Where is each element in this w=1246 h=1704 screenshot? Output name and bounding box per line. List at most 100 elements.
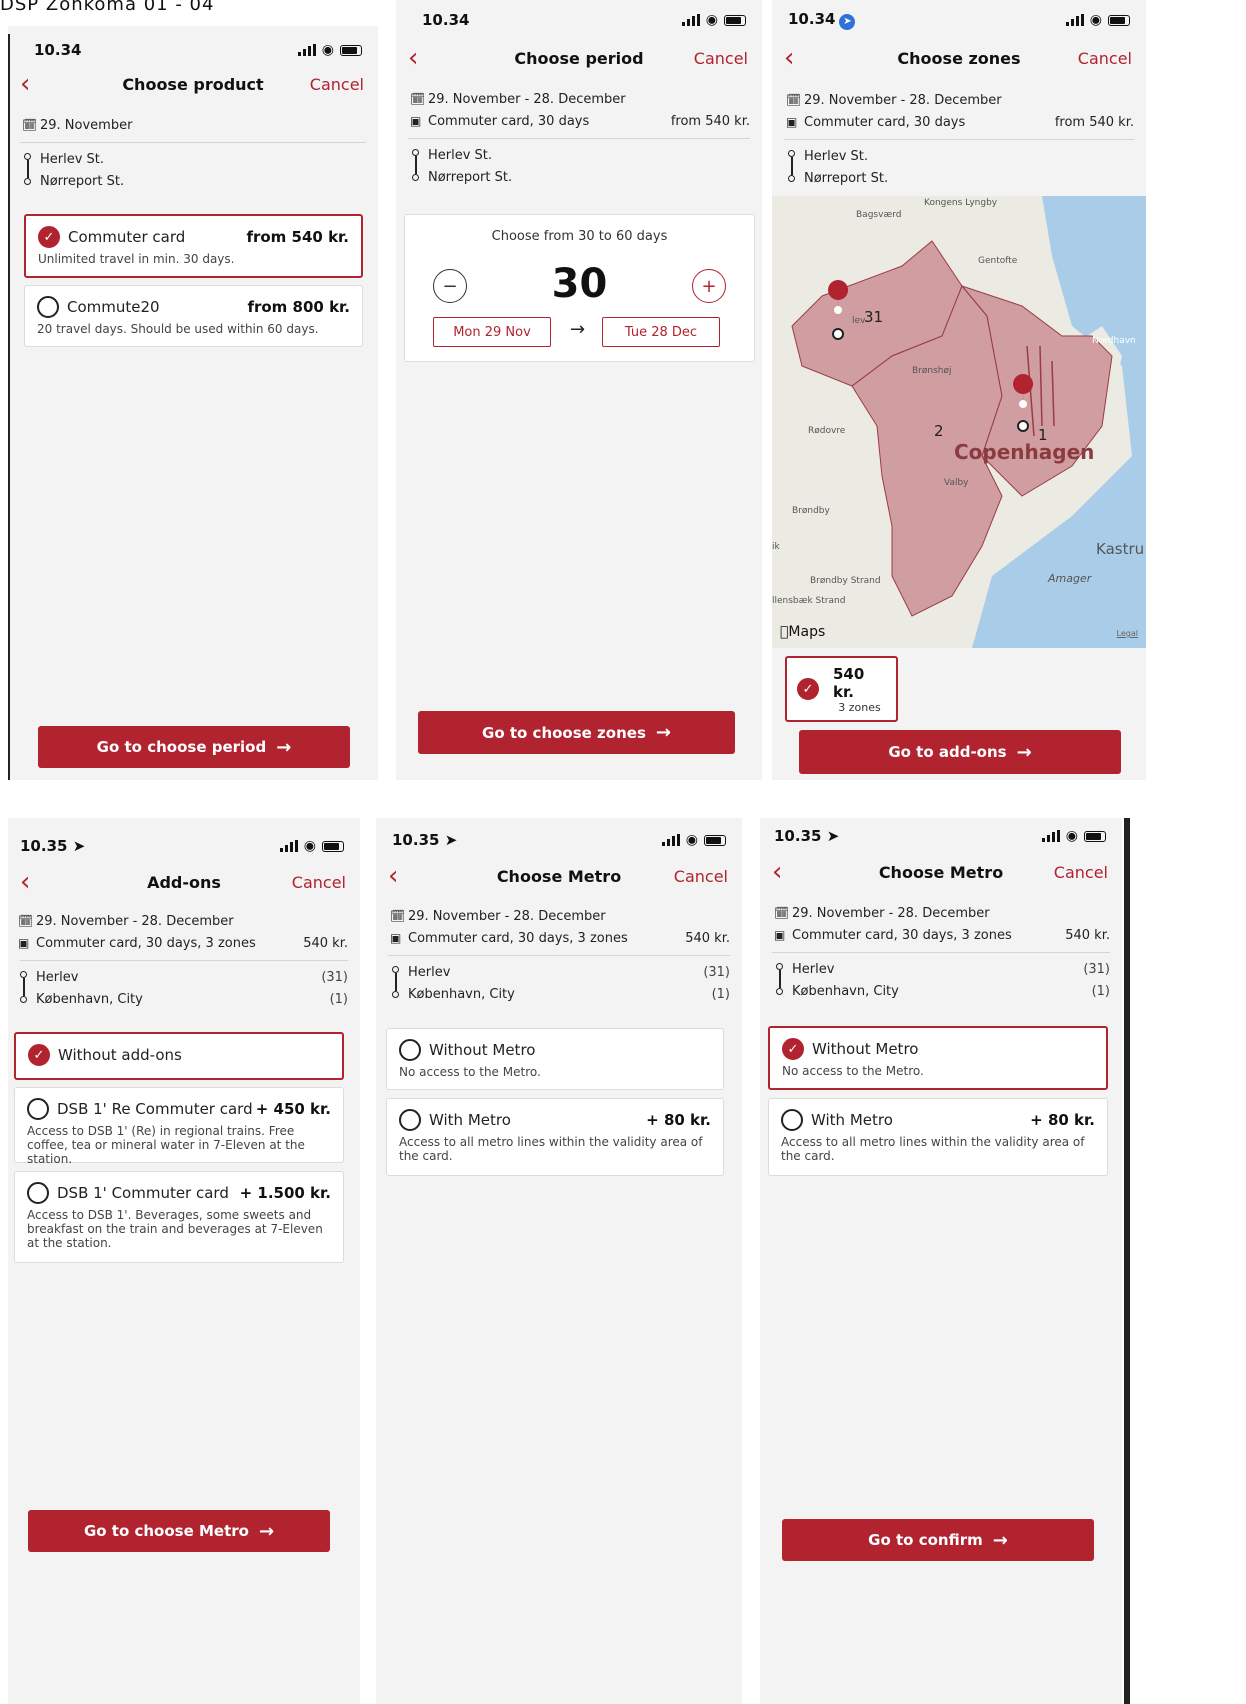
trip-summary: 🗓 29. November Herlev St. Nørreport St. (8, 114, 378, 193)
radio-icon (37, 296, 59, 318)
check-icon: ✓ (28, 1044, 50, 1066)
page-title: Choose Metro (496, 866, 622, 886)
destination-dot (1017, 420, 1029, 432)
option-without-add-ons[interactable]: ✓ Without add-ons (14, 1032, 344, 1080)
go-to-choose-metro-button[interactable]: Go to choose Metro → (28, 1510, 330, 1552)
route-from-zone: (31) (703, 965, 730, 980)
cancel-button[interactable]: Cancel (694, 49, 748, 68)
location-arrow-icon: ➤ (72, 837, 86, 855)
option-price: + 1.500 kr. (239, 1184, 331, 1202)
card-icon: ▣ (786, 115, 798, 129)
route-icon (774, 959, 792, 1003)
back-chevron-icon[interactable]: ‹ (20, 869, 30, 895)
calendar-icon: 🗓 (786, 93, 802, 107)
map-label-kastrup: Kastru (1096, 540, 1145, 558)
option-desc: Unlimited travel in min. 30 days. (38, 252, 235, 266)
divider (388, 955, 730, 956)
frame-edge (8, 34, 10, 780)
apple-maps-logo: Maps (780, 624, 825, 640)
option-commuter-card[interactable]: ✓ Commuter card from 540 kr. Unlimited t… (24, 214, 363, 278)
trip-date: 29. November (40, 117, 133, 133)
back-chevron-icon[interactable]: ‹ (388, 863, 398, 889)
route-icon (22, 149, 40, 193)
status-bar: 10.34 ➤ ◉ (772, 0, 1146, 42)
option-desc: Access to all metro lines within the val… (399, 1135, 703, 1163)
location-icon: ➤ (839, 13, 856, 30)
card-icon: ▣ (774, 928, 786, 942)
status-time: 10.35 (20, 837, 68, 855)
trip-date: 29. November - 28. December (36, 913, 234, 929)
route-to: Nørreport St. (40, 174, 125, 189)
card-icon: ▣ (18, 936, 30, 950)
end-date-button[interactable]: Tue 28 Dec (602, 317, 720, 347)
map-label-copenhagen: Copenhagen (954, 440, 1095, 464)
page-title: Choose period (514, 48, 644, 68)
page-title: Choose Metro (878, 862, 1004, 882)
zone-price-chip[interactable]: ✓ 540 kr. 3 zones (785, 656, 898, 722)
route-icon (786, 146, 804, 190)
option-dsb-re-commuter-card[interactable]: DSB 1' Re Commuter card + 450 kr. Access… (14, 1087, 344, 1166)
route-to-zone: (1) (711, 987, 730, 1002)
route-from: Herlev St. (804, 149, 869, 164)
trip-price: from 540 kr. (1054, 114, 1134, 130)
nav-bar: ‹ Choose Metro Cancel (376, 856, 742, 896)
zone-map[interactable]: Kongens Lyngby Bagsværd Gentofte lev 31 … (772, 196, 1146, 648)
option-desc: Access to DSB 1' (Re) in regional trains… (27, 1124, 305, 1166)
frame-edge (1124, 818, 1130, 1704)
trip-date: 29. November - 28. December (804, 92, 1002, 108)
route: Herlev København, City (31) (1) (760, 959, 1122, 1003)
wifi-icon: ◉ (685, 832, 698, 848)
route-to: Nørreport St. (804, 171, 889, 186)
back-chevron-icon[interactable]: ‹ (408, 45, 418, 71)
divider (20, 960, 348, 961)
signal-icon (681, 14, 700, 26)
option-with-metro[interactable]: With Metro + 80 kr. Access to all metro … (386, 1098, 724, 1176)
battery-icon (724, 14, 746, 26)
trip-date: 29. November - 28. December (792, 905, 990, 921)
go-to-confirm-button[interactable]: Go to confirm → (782, 1519, 1094, 1561)
cancel-button[interactable]: Cancel (674, 867, 728, 886)
trip-price: 540 kr. (685, 930, 730, 946)
cancel-button[interactable]: Cancel (1078, 49, 1132, 68)
route-to: Nørreport St. (428, 170, 513, 185)
status-time: 10.34 (422, 11, 470, 29)
back-chevron-icon[interactable]: ‹ (772, 859, 782, 885)
route-to-zone: (1) (1091, 984, 1110, 999)
route-from: Herlev St. (40, 152, 105, 167)
cancel-button[interactable]: Cancel (1054, 863, 1108, 882)
nav-bar: ‹ Choose zones Cancel (772, 38, 1146, 78)
status-time: 10.34 (34, 41, 82, 59)
back-chevron-icon[interactable]: ‹ (20, 71, 30, 97)
divider (20, 142, 366, 143)
option-without-metro[interactable]: ✓ Without Metro No access to the Metro. (768, 1026, 1108, 1090)
option-commute20[interactable]: Commute20 from 800 kr. 20 travel days. S… (24, 285, 363, 347)
chip-zones: 3 zones (838, 700, 881, 714)
signal-icon (279, 840, 298, 852)
trip-product: Commuter card, 30 days, 3 zones (792, 927, 1012, 943)
go-to-choose-zones-button[interactable]: Go to choose zones → (418, 711, 735, 754)
option-with-metro[interactable]: With Metro + 80 kr. Access to all metro … (768, 1098, 1108, 1176)
go-to-add-ons-button[interactable]: Go to add-ons → (799, 730, 1121, 774)
go-to-choose-period-button[interactable]: Go to choose period → (38, 726, 350, 768)
calendar-icon: 🗓 (18, 914, 34, 928)
back-chevron-icon[interactable]: ‹ (784, 45, 794, 71)
screen-add-ons: 10.35 ➤ ◉ ‹ Add-ons Cancel 🗓 29. Novembe… (8, 818, 360, 1704)
radio-icon (27, 1098, 49, 1120)
option-without-metro[interactable]: Without Metro No access to the Metro. (386, 1028, 724, 1090)
signal-icon (297, 44, 316, 56)
trip-summary: 🗓 29. November - 28. December ▣ Commuter… (772, 89, 1146, 190)
cancel-button[interactable]: Cancel (292, 873, 346, 892)
start-date-button[interactable]: Mon 29 Nov (433, 317, 551, 347)
option-name: Commuter card (68, 228, 186, 246)
arrow-right-icon: → (570, 319, 586, 340)
zone-label-31: 31 (864, 308, 884, 326)
screen-choose-product: 10.34 ◉ ‹ Choose product Cancel 🗓 29. No… (8, 26, 378, 780)
trip-price: from 540 kr. (670, 113, 750, 129)
option-dsb-commuter-card[interactable]: DSB 1' Commuter card + 1.500 kr. Access … (14, 1171, 344, 1263)
increase-days-button[interactable]: + (692, 269, 726, 303)
trip-date: 29. November - 28. December (428, 91, 626, 107)
map-legal-link[interactable]: Legal (1117, 629, 1138, 638)
option-price: + 450 kr. (255, 1100, 331, 1118)
page-caption: DSP Zonkoma 01 - 04 (0, 0, 215, 15)
cancel-button[interactable]: Cancel (310, 75, 364, 94)
